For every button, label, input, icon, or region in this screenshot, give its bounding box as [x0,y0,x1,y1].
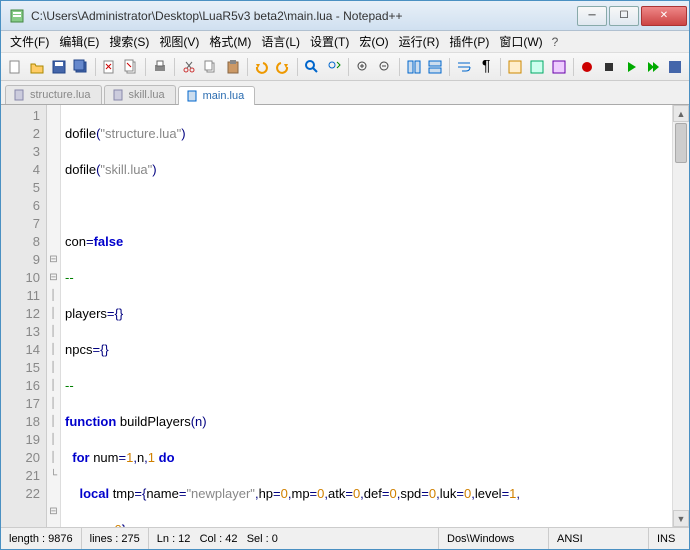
menu-view[interactable]: 视图(V) [154,31,204,52]
copy-button[interactable] [201,56,221,78]
vertical-scrollbar[interactable]: ▲ ▼ [672,105,689,527]
line-gutter: 12345678910111213141516171819202122 [1,105,47,527]
menu-macro[interactable]: 宏(O) [354,31,393,52]
show-all-button[interactable]: ¶ [476,56,496,78]
menu-file[interactable]: 文件(F) [5,31,54,52]
minimize-button[interactable]: ─ [577,6,607,26]
save-all-button[interactable] [71,56,91,78]
window-title: C:\Users\Administrator\Desktop\LuaR5v3 b… [31,9,575,23]
record-button[interactable] [578,56,598,78]
titlebar[interactable]: C:\Users\Administrator\Desktop\LuaR5v3 b… [1,1,689,31]
tab-skill[interactable]: skill.lua [104,85,176,104]
open-button[interactable] [27,56,47,78]
status-sel: Sel : 0 [247,533,278,545]
redo-button[interactable] [273,56,293,78]
save-button[interactable] [49,56,69,78]
status-eol: Dos\Windows [439,528,549,549]
tab-main[interactable]: main.lua [178,86,256,105]
close-button[interactable]: ✕ [641,6,687,26]
menu-plugins[interactable]: 插件(P) [444,31,494,52]
find-button[interactable] [302,56,322,78]
indent-guide-button[interactable] [505,56,525,78]
cut-button[interactable] [179,56,199,78]
file-icon [14,89,26,101]
play-button[interactable] [621,56,641,78]
app-icon [9,8,25,24]
zoom-out-button[interactable] [375,56,395,78]
status-length: length : 9876 [1,528,82,549]
close-file-button[interactable] [99,56,119,78]
save-macro-button[interactable] [665,56,685,78]
scroll-up-button[interactable]: ▲ [673,105,689,122]
statusbar: length : 9876 lines : 275 Ln : 12 Col : … [1,527,689,549]
maximize-button[interactable]: ☐ [609,6,639,26]
wrap-button[interactable] [454,56,474,78]
scroll-down-button[interactable]: ▼ [673,510,689,527]
play-multi-button[interactable] [643,56,663,78]
sync-h-button[interactable] [425,56,445,78]
menu-edit[interactable]: 编辑(E) [54,31,104,52]
status-ln: Ln : 12 [157,533,191,545]
code-area[interactable]: dofile("structure.lua") dofile("skill.lu… [61,105,672,527]
stop-button[interactable] [599,56,619,78]
status-overwrite: INS [649,528,689,549]
file-icon [187,90,199,102]
paste-button[interactable] [223,56,243,78]
menu-run[interactable]: 运行(R) [394,31,445,52]
status-encoding: ANSI [549,528,649,549]
status-lines: lines : 275 [82,528,149,549]
new-button[interactable] [5,56,25,78]
app-window: C:\Users\Administrator\Desktop\LuaR5v3 b… [0,0,690,550]
menu-help[interactable]: ? [552,35,559,49]
close-all-button[interactable] [121,56,141,78]
menu-language[interactable]: 语言(L) [256,31,305,52]
menu-settings[interactable]: 设置(T) [305,31,354,52]
replace-button[interactable] [324,56,344,78]
scroll-thumb[interactable] [675,123,687,163]
undo-button[interactable] [252,56,272,78]
fold-gutter[interactable]: ⊟⊟││││││││││└⊟ [47,105,61,527]
menu-format[interactable]: 格式(M) [204,31,256,52]
func-list-button[interactable] [527,56,547,78]
doc-map-button[interactable] [549,56,569,78]
tab-structure[interactable]: structure.lua [5,85,102,104]
file-icon [113,89,125,101]
print-button[interactable] [150,56,170,78]
menu-window[interactable]: 窗口(W) [494,31,547,52]
editor: 12345678910111213141516171819202122 ⊟⊟││… [1,105,689,527]
zoom-in-button[interactable] [353,56,373,78]
tabbar: structure.lua skill.lua main.lua [1,81,689,105]
toolbar: ¶ [1,53,689,81]
status-col: Col : 42 [200,533,238,545]
sync-v-button[interactable] [404,56,424,78]
menu-search[interactable]: 搜索(S) [104,31,154,52]
menubar: 文件(F) 编辑(E) 搜索(S) 视图(V) 格式(M) 语言(L) 设置(T… [1,31,689,53]
